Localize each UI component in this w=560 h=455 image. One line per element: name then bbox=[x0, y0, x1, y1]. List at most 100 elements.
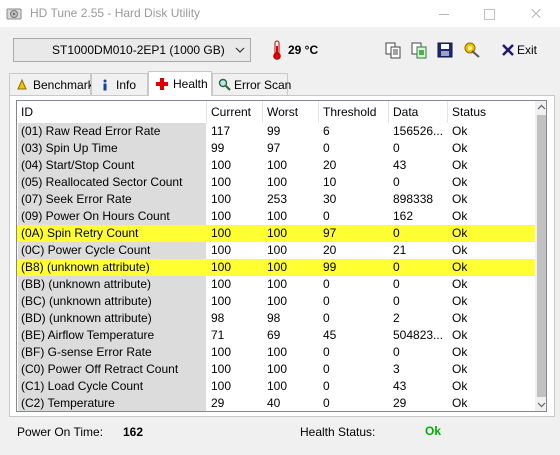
power-on-time-value: 162 bbox=[123, 425, 144, 439]
exit-button[interactable]: Exit bbox=[499, 40, 539, 60]
worst-value-cell: 100 bbox=[267, 226, 288, 240]
threshold-value-cell: 0 bbox=[323, 294, 330, 308]
drive-select-value: ST1000DM010-2EP1 (1000 GB) bbox=[52, 43, 225, 57]
table-row[interactable]: (BD) (unknown attribute) 98 98 0 2 Ok bbox=[17, 310, 535, 327]
threshold-value-cell: 45 bbox=[323, 328, 337, 342]
tab-info-label: Info bbox=[116, 78, 137, 92]
status-cell: Ok bbox=[452, 345, 468, 359]
worst-value-cell: 100 bbox=[267, 362, 288, 376]
table-row[interactable]: (05) Reallocated Sector Count 100 100 10 0 Ok bbox=[17, 174, 535, 191]
table-row[interactable]: (BC) (unknown attribute) 100 100 0 0 Ok bbox=[17, 293, 535, 310]
table-row[interactable]: (03) Spin Up Time 99 97 0 0 Ok bbox=[17, 140, 535, 157]
tab-health[interactable]: Health bbox=[148, 71, 212, 96]
scroll-down-icon[interactable] bbox=[535, 398, 547, 411]
table-row[interactable]: (B8) (unknown attribute) 100 100 99 0 Ok bbox=[17, 259, 535, 276]
current-value-cell: 100 bbox=[211, 209, 232, 223]
raw-data-cell: 0 bbox=[393, 175, 400, 189]
worst-value-cell: 40 bbox=[267, 396, 281, 410]
threshold-value-cell: 0 bbox=[323, 311, 330, 325]
scrollbar-thumb[interactable] bbox=[537, 115, 546, 397]
tab-error-scan[interactable]: Error Scan bbox=[212, 73, 292, 95]
attribute-id-cell: (B8) (unknown attribute) bbox=[21, 260, 150, 274]
info-icon bbox=[103, 79, 107, 91]
column-header-current[interactable]: Current bbox=[207, 101, 263, 123]
attribute-id-cell: (03) Spin Up Time bbox=[21, 141, 118, 155]
current-value-cell: 98 bbox=[211, 311, 225, 325]
scroll-up-icon[interactable] bbox=[535, 101, 547, 114]
threshold-value-cell: 0 bbox=[323, 277, 330, 291]
magnifier-icon bbox=[218, 78, 231, 91]
table-row[interactable]: (04) Start/Stop Count 100 100 20 43 Ok bbox=[17, 157, 535, 174]
close-icon[interactable] bbox=[512, 0, 558, 28]
worst-value-cell: 100 bbox=[267, 243, 288, 257]
tab-info[interactable]: Info bbox=[91, 73, 148, 95]
worst-value-cell: 100 bbox=[267, 277, 288, 291]
table-row[interactable]: (BE) Airflow Temperature 71 69 45 504823... O… bbox=[17, 327, 535, 344]
raw-data-cell: 156526... bbox=[393, 124, 444, 138]
threshold-value-cell: 97 bbox=[323, 226, 337, 240]
save-icon[interactable] bbox=[435, 40, 455, 60]
status-footer: Power On Time: 162 Health Status: Ok bbox=[0, 418, 560, 448]
options-icon[interactable] bbox=[462, 40, 482, 60]
tab-benchmark-label: Benchmark bbox=[33, 78, 94, 92]
threshold-value-cell: 6 bbox=[323, 124, 330, 138]
status-cell: Ok bbox=[452, 294, 468, 308]
table-row[interactable]: (BB) (unknown attribute) 100 100 0 0 Ok bbox=[17, 276, 535, 293]
status-cell: Ok bbox=[452, 141, 468, 155]
vertical-scrollbar[interactable] bbox=[535, 101, 547, 411]
exit-icon bbox=[502, 44, 514, 56]
attribute-id-cell: (BD) (unknown attribute) bbox=[21, 311, 152, 325]
status-cell: Ok bbox=[452, 362, 468, 376]
table-row[interactable]: (07) Seek Error Rate 100 253 30 898338 Ok bbox=[17, 191, 535, 208]
current-value-cell: 71 bbox=[211, 328, 225, 342]
raw-data-cell: 2 bbox=[393, 311, 400, 325]
copy-text-icon[interactable] bbox=[383, 40, 403, 60]
raw-data-cell: 0 bbox=[393, 141, 400, 155]
raw-data-cell: 898338 bbox=[393, 192, 434, 206]
power-on-time-label: Power On Time: bbox=[17, 425, 104, 439]
table-row[interactable]: (0A) Spin Retry Count 100 100 97 0 Ok bbox=[17, 225, 535, 242]
current-value-cell: 100 bbox=[211, 362, 232, 376]
worst-value-cell: 100 bbox=[267, 175, 288, 189]
attribute-id-cell: (C1) Load Cycle Count bbox=[21, 379, 144, 393]
raw-data-cell: 162 bbox=[393, 209, 414, 223]
attribute-id-cell: (07) Seek Error Rate bbox=[21, 192, 132, 206]
table-row[interactable]: (0C) Power Cycle Count 100 100 20 21 Ok bbox=[17, 242, 535, 259]
smart-attributes-table[interactable]: ID Current Worst Threshold Data Status (… bbox=[16, 100, 547, 412]
tab-error-scan-label: Error Scan bbox=[234, 78, 292, 92]
chevron-down-icon bbox=[235, 47, 245, 53]
column-header-data[interactable]: Data bbox=[389, 101, 448, 123]
status-cell: Ok bbox=[452, 124, 468, 138]
maximize-icon[interactable] bbox=[466, 0, 512, 28]
worst-value-cell: 98 bbox=[267, 311, 281, 325]
threshold-value-cell: 0 bbox=[323, 396, 330, 410]
table-row[interactable]: (C2) Temperature 29 40 0 29 Ok bbox=[17, 395, 535, 411]
minimize-icon[interactable] bbox=[420, 0, 466, 28]
copy-screenshot-icon[interactable] bbox=[409, 40, 429, 60]
status-cell: Ok bbox=[452, 209, 468, 223]
health-status-value: Ok bbox=[425, 424, 442, 438]
table-row[interactable]: (09) Power On Hours Count 100 100 0 162 Ok bbox=[17, 208, 535, 225]
current-value-cell: 100 bbox=[211, 192, 232, 206]
column-header-status[interactable]: Status bbox=[448, 101, 535, 123]
table-row[interactable]: (BF) G-sense Error Rate 100 100 0 0 Ok bbox=[17, 344, 535, 361]
column-header-id[interactable]: ID bbox=[17, 101, 207, 123]
threshold-value-cell: 0 bbox=[323, 362, 330, 376]
health-panel: ID Current Worst Threshold Data Status (… bbox=[9, 95, 555, 417]
worst-value-cell: 97 bbox=[267, 141, 281, 155]
thermometer-icon bbox=[273, 40, 281, 60]
raw-data-cell: 29 bbox=[393, 396, 407, 410]
table-row[interactable]: (01) Raw Read Error Rate 117 99 6 156526... O… bbox=[17, 123, 535, 140]
column-header-threshold[interactable]: Threshold bbox=[319, 101, 389, 123]
health-status-label: Health Status: bbox=[300, 425, 376, 439]
table-row[interactable]: (C0) Power Off Retract Count 100 100 0 3 Ok bbox=[17, 361, 535, 378]
table-row[interactable]: (C1) Load Cycle Count 100 100 0 43 Ok bbox=[17, 378, 535, 395]
attribute-id-cell: (BE) Airflow Temperature bbox=[21, 328, 155, 342]
raw-data-cell: 504823... bbox=[393, 328, 444, 342]
current-value-cell: 100 bbox=[211, 175, 232, 189]
drive-select[interactable]: ST1000DM010-2EP1 (1000 GB) bbox=[13, 38, 251, 62]
attribute-id-cell: (BF) G-sense Error Rate bbox=[21, 345, 152, 359]
tab-benchmark[interactable]: Benchmark bbox=[9, 73, 94, 95]
column-header-worst[interactable]: Worst bbox=[263, 101, 319, 123]
threshold-value-cell: 20 bbox=[323, 158, 337, 172]
